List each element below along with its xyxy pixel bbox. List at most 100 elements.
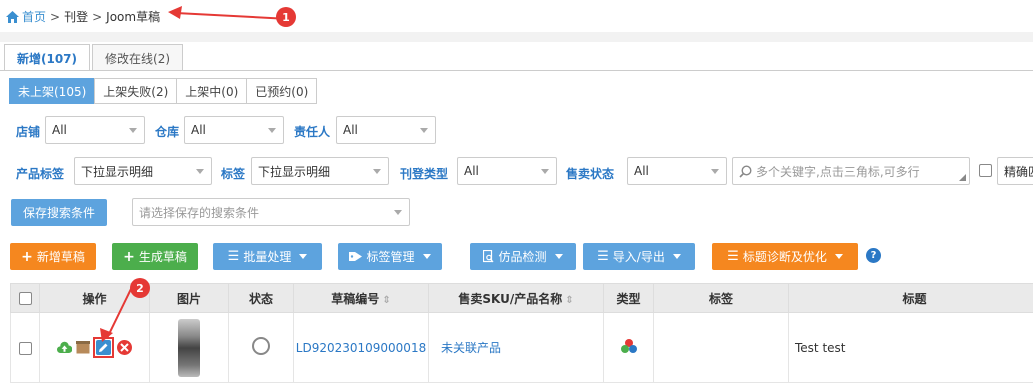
- sort-icon[interactable]: ⇕: [382, 295, 390, 306]
- saved-search-select[interactable]: 请选择保存的搜索条件: [132, 198, 410, 226]
- header-type: 类型: [603, 283, 654, 313]
- import-export-button[interactable]: ☰ 导入/导出: [583, 243, 695, 270]
- warehouse-select[interactable]: All: [184, 116, 284, 144]
- chevron-down-icon: [834, 254, 843, 259]
- subtab-listing-failed[interactable]: 上架失败(2): [94, 78, 178, 104]
- help-icon[interactable]: ?: [866, 248, 881, 263]
- tag-icon: [349, 252, 363, 261]
- generate-draft-button[interactable]: + 生成草稿: [112, 243, 198, 270]
- listing-type-label: 刊登类型: [400, 167, 449, 181]
- tag-label: 标签: [221, 167, 246, 181]
- breadcrumb-home[interactable]: 首页: [6, 8, 46, 25]
- product-thumbnail[interactable]: [178, 318, 200, 377]
- expand-triangle-icon[interactable]: [959, 174, 966, 181]
- sale-status-label: 售卖状态: [566, 167, 615, 181]
- tab-new[interactable]: 新增(107): [4, 44, 91, 71]
- annotation-arrowhead-1: [168, 6, 182, 19]
- title-diagnosis-label: 标题诊断及优化: [742, 250, 827, 264]
- exact-match-checkbox[interactable]: [979, 164, 992, 177]
- row-checkbox[interactable]: [18, 341, 32, 355]
- sale-status-select-value: All: [634, 164, 649, 178]
- row-image-cell: [149, 312, 229, 383]
- delete-icon[interactable]: [117, 340, 132, 355]
- listing-type-select[interactable]: All: [457, 157, 557, 185]
- sort-icon[interactable]: ⇕: [565, 295, 573, 306]
- subtab-listing[interactable]: 上架中(0): [176, 78, 248, 104]
- upload-icon[interactable]: [57, 340, 72, 355]
- keyword-search-placeholder: 多个关键字,点击三角标,可多行: [756, 164, 920, 179]
- row-ops-cell: [39, 312, 150, 383]
- tag-select[interactable]: 下拉显示明细: [251, 157, 389, 185]
- draft-table: 操作 图片 状态 草稿编号 ⇕ 售卖SKU/产品名称 ⇕ 类型 标签 标题 LD…: [10, 283, 1033, 383]
- archive-icon[interactable]: [75, 340, 90, 355]
- row-type-cell: [603, 312, 654, 383]
- subtab-not-listed[interactable]: 未上架(105): [9, 78, 96, 104]
- plus-icon: +: [21, 248, 33, 265]
- product-tag-select[interactable]: 下拉显示明细: [74, 157, 212, 185]
- row-status-cell: [228, 312, 294, 383]
- row-select-cell: [10, 312, 40, 383]
- sku-link[interactable]: 未关联产品: [441, 341, 501, 355]
- list-icon: ☰: [227, 249, 240, 264]
- annotation-marker-2: 2: [130, 278, 150, 298]
- owner-select[interactable]: All: [336, 116, 436, 144]
- tab-modify-online[interactable]: 修改在线(2): [92, 44, 184, 71]
- row-sku-cell: 未关联产品: [428, 312, 604, 383]
- breadcrumb-separator: >: [50, 9, 61, 24]
- generate-draft-label: 生成草稿: [138, 250, 187, 264]
- list-icon: ☰: [597, 249, 609, 264]
- tab-divider: [0, 70, 1033, 71]
- header-sku[interactable]: 售卖SKU/产品名称 ⇕: [428, 283, 604, 313]
- save-search-button[interactable]: 保存搜索条件: [11, 199, 107, 226]
- status-indicator: [252, 337, 270, 355]
- warehouse-select-value: All: [191, 123, 206, 137]
- batch-process-button[interactable]: ☰ 批量处理: [213, 243, 322, 270]
- row-actions: [57, 337, 132, 358]
- plus-icon: +: [123, 248, 135, 265]
- table-header-row: 操作 图片 状态 草稿编号 ⇕ 售卖SKU/产品名称 ⇕ 类型 标签 标题: [10, 283, 1033, 313]
- annotation-arrowhead-2: [100, 328, 113, 342]
- chevron-down-icon: [711, 169, 719, 174]
- title-diagnosis-button[interactable]: ☰ 标题诊断及优化: [712, 243, 858, 270]
- owner-label: 责任人: [294, 125, 331, 139]
- exact-match-select[interactable]: 精确匹: [997, 157, 1033, 185]
- top-bar: 首页 > 刊登 > Joom草稿: [0, 0, 1033, 32]
- chevron-down-icon: [268, 128, 276, 133]
- warehouse-label: 仓库: [155, 125, 180, 139]
- exact-match-label: 精确匹: [1004, 164, 1033, 179]
- breadcrumb-separator: >: [92, 9, 103, 24]
- list-icon: ☰: [727, 249, 739, 264]
- save-search-label: 保存搜索条件: [22, 206, 95, 220]
- saved-search-placeholder: 请选择保存的搜索条件: [139, 205, 260, 220]
- table-row: LD920230109000018 未关联产品 Test test: [10, 312, 1033, 383]
- header-sku-label: 售卖SKU/产品名称: [458, 291, 563, 306]
- new-draft-button[interactable]: + 新增草稿: [10, 243, 96, 270]
- header-draft-no[interactable]: 草稿编号 ⇕: [293, 283, 429, 313]
- imitation-check-label: 仿品检测: [498, 250, 547, 264]
- status-subtabs: 未上架(105) 上架失败(2) 上架中(0) 已预约(0): [9, 78, 318, 104]
- shop-select[interactable]: All: [45, 116, 145, 144]
- chevron-down-icon: [373, 169, 381, 174]
- import-export-label: 导入/导出: [612, 250, 665, 264]
- breadcrumb-item-listing[interactable]: 刊登: [64, 8, 88, 25]
- edit-icon[interactable]: [96, 340, 111, 355]
- subtab-scheduled[interactable]: 已预约(0): [246, 78, 318, 104]
- main-tabs: 新增(107) 修改在线(2): [4, 44, 185, 71]
- chevron-down-icon: [196, 169, 204, 174]
- annotation-marker-1: 1: [276, 7, 296, 27]
- sale-status-select[interactable]: All: [627, 157, 727, 185]
- imitation-check-button[interactable]: 仿品检测: [470, 243, 576, 270]
- header-title: 标题: [788, 283, 1033, 313]
- chevron-down-icon: [422, 254, 431, 259]
- draft-number-link[interactable]: LD920230109000018: [296, 341, 426, 355]
- keyword-search-input[interactable]: 多个关键字,点击三角标,可多行: [732, 157, 970, 185]
- chevron-down-icon: [299, 254, 308, 259]
- select-all-checkbox[interactable]: [18, 292, 32, 305]
- product-tag-label: 产品标签: [16, 167, 65, 181]
- row-title: Test test: [795, 340, 846, 355]
- batch-process-label: 批量处理: [243, 250, 292, 264]
- listing-type-select-value: All: [464, 164, 479, 178]
- tag-management-button[interactable]: 标签管理: [338, 243, 442, 270]
- breadcrumb-home-label: 首页: [22, 10, 47, 24]
- row-draft-no-cell: LD920230109000018: [293, 312, 429, 383]
